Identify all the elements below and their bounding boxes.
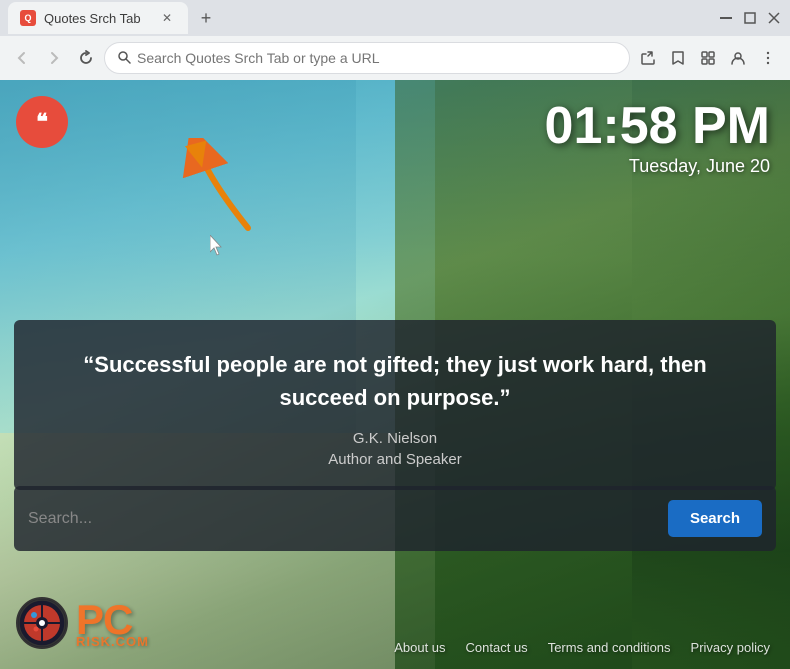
active-tab[interactable]: Q Quotes Srch Tab ✕ (8, 2, 188, 34)
tab-favicon: Q (20, 10, 36, 26)
minimize-button[interactable] (718, 10, 734, 26)
browser-chrome: Q Quotes Srch Tab ✕ + (0, 0, 790, 80)
pcrisk-logo[interactable]: PC RISK.COM (16, 597, 149, 649)
search-bar: Search (14, 486, 776, 551)
clock: 01:58 PM Tuesday, June 20 (545, 100, 770, 177)
footer-link-terms[interactable]: Terms and conditions (548, 640, 671, 655)
bookmark-icon[interactable] (664, 44, 692, 72)
clock-time: 01:58 PM (545, 100, 770, 152)
quotes-icon: ❝ (36, 109, 48, 135)
new-tab-button[interactable]: + (192, 4, 220, 32)
toolbar-icons (634, 44, 782, 72)
tab-title: Quotes Srch Tab (44, 11, 141, 26)
url-input[interactable] (137, 50, 617, 66)
orange-arrow-annotation (168, 138, 278, 243)
title-bar: Q Quotes Srch Tab ✕ + (0, 0, 790, 36)
quotes-logo[interactable]: ❝ (16, 96, 68, 148)
search-button[interactable]: Search (668, 500, 762, 537)
extensions-icon[interactable] (694, 44, 722, 72)
logo-wordmark: PC RISK.COM (76, 599, 149, 648)
tab-close-button[interactable]: ✕ (158, 9, 176, 27)
window-controls (718, 10, 782, 26)
quote-box: “Successful people are not gifted; they … (14, 320, 776, 490)
footer-links: About us Contact us Terms and conditions… (394, 640, 770, 655)
quote-text: “Successful people are not gifted; they … (44, 348, 746, 414)
share-icon[interactable] (634, 44, 662, 72)
quote-author: G.K. Nielson (44, 430, 746, 447)
reload-button[interactable] (72, 44, 100, 72)
page-content: ❝ 01:58 PM Tuesday, June 20 “Successful … (0, 80, 790, 669)
profile-icon[interactable] (724, 44, 752, 72)
logo-risk: RISK.COM (76, 635, 149, 648)
logo-icon (16, 597, 68, 649)
footer-link-privacy[interactable]: Privacy policy (691, 640, 770, 655)
search-input[interactable] (28, 510, 658, 528)
footer-link-about[interactable]: About us (394, 640, 445, 655)
address-bar[interactable] (104, 42, 630, 74)
maximize-button[interactable] (742, 10, 758, 26)
forward-button[interactable] (40, 44, 68, 72)
browser-toolbar (0, 36, 790, 80)
menu-icon[interactable] (754, 44, 782, 72)
footer-link-contact[interactable]: Contact us (466, 640, 528, 655)
quote-role: Author and Speaker (44, 451, 746, 468)
close-button[interactable] (766, 10, 782, 26)
clock-date: Tuesday, June 20 (545, 156, 770, 177)
search-icon (117, 50, 131, 67)
back-button[interactable] (8, 44, 36, 72)
